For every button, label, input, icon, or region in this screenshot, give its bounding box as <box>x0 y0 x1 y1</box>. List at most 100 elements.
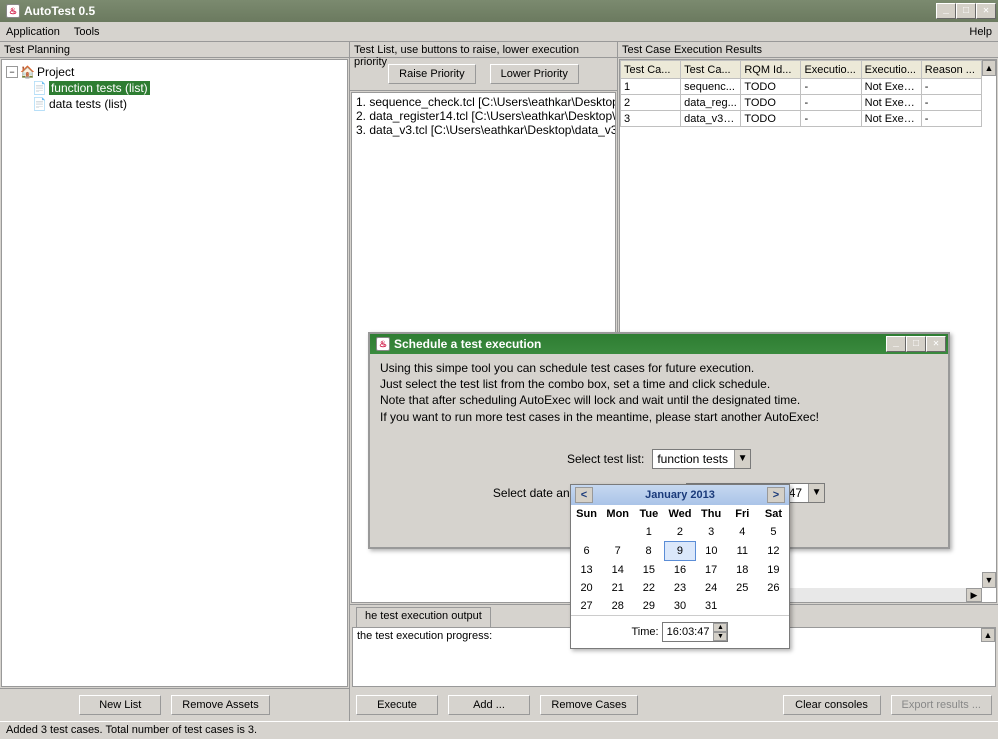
list-item[interactable]: 3. data_v3.tcl [C:\Users\eathkar\Desktop… <box>354 123 613 137</box>
time-spinner[interactable]: 16:03:47 ▲ ▼ <box>662 622 729 642</box>
list-item[interactable]: 1. sequence_check.tcl [C:\Users\eathkar\… <box>354 95 613 109</box>
calendar-day[interactable]: 1 <box>633 523 664 542</box>
menu-help[interactable]: Help <box>969 26 992 38</box>
calendar-day[interactable]: 30 <box>664 597 695 615</box>
list-icon: 📄 <box>32 81 47 95</box>
calendar-day[interactable]: 5 <box>758 523 789 542</box>
calendar-day[interactable]: 22 <box>633 579 664 597</box>
test-planning-tree[interactable]: − 🏠 Project 📄 function tests (list) 📄 da… <box>1 59 348 687</box>
calendar-day[interactable]: 15 <box>633 561 664 580</box>
table-row[interactable]: 1sequenc...TODO-Not Exec...- <box>621 79 982 95</box>
calendar-day[interactable]: 19 <box>758 561 789 580</box>
calendar-day[interactable]: 27 <box>571 597 602 615</box>
calendar-day[interactable]: 9 <box>664 542 695 561</box>
calendar-day[interactable]: 24 <box>696 579 727 597</box>
calendar-day[interactable]: 14 <box>602 561 633 580</box>
remove-assets-button[interactable]: Remove Assets <box>171 695 269 715</box>
chevron-down-icon[interactable]: ▼ <box>734 450 750 468</box>
calendar-grid[interactable]: SunMonTueWedThuFriSat 123456789101112131… <box>571 505 789 615</box>
table-cell: - <box>921 95 981 111</box>
tree-expand-icon[interactable]: − <box>6 66 18 78</box>
calendar-day[interactable]: 2 <box>664 523 695 542</box>
calendar-day[interactable]: 4 <box>727 523 758 542</box>
dialog-text: Just select the test list from the combo… <box>380 376 938 392</box>
chevron-down-icon[interactable]: ▼ <box>808 484 824 502</box>
calendar-day[interactable]: 31 <box>696 597 727 615</box>
calendar-day[interactable]: 29 <box>633 597 664 615</box>
new-list-button[interactable]: New List <box>79 695 161 715</box>
calendar-month: January 2013 <box>645 489 715 501</box>
list-icon: 📄 <box>32 97 47 111</box>
col-header[interactable]: Reason ... <box>921 61 981 79</box>
tab-output[interactable]: he test execution output <box>356 607 491 627</box>
menu-tools[interactable]: Tools <box>74 26 100 38</box>
col-header[interactable]: Test Ca... <box>681 61 741 79</box>
dialog-minimize-button[interactable]: _ <box>886 336 906 352</box>
spin-down-icon[interactable]: ▼ <box>713 632 727 641</box>
calendar-day[interactable]: 28 <box>602 597 633 615</box>
dow-header: Tue <box>633 505 664 523</box>
calendar-day[interactable]: 18 <box>727 561 758 580</box>
calendar-day[interactable]: 26 <box>758 579 789 597</box>
col-header[interactable]: Executio... <box>801 61 861 79</box>
calendar-day[interactable]: 3 <box>696 523 727 542</box>
calendar-day[interactable]: 21 <box>602 579 633 597</box>
calendar-day[interactable]: 6 <box>571 542 602 561</box>
table-cell: TODO <box>741 111 801 127</box>
status-bar: Added 3 test cases. Total number of test… <box>0 721 998 739</box>
calendar-day[interactable]: 25 <box>727 579 758 597</box>
results-table[interactable]: Test Ca... Test Ca... RQM Id... Executio… <box>620 60 982 127</box>
dialog-maximize-button[interactable]: □ <box>906 336 926 352</box>
java-icon: ♨ <box>6 4 20 18</box>
folder-icon: 🏠 <box>20 65 35 79</box>
test-planning-panel: Test Planning − 🏠 Project 📄 function tes… <box>0 42 350 721</box>
test-list-header: Test List, use buttons to raise, lower e… <box>350 42 617 58</box>
minimize-button[interactable]: _ <box>936 3 956 19</box>
lower-priority-button[interactable]: Lower Priority <box>490 64 579 84</box>
calendar-day[interactable]: 12 <box>758 542 789 561</box>
col-header[interactable]: Test Ca... <box>621 61 681 79</box>
remove-cases-button[interactable]: Remove Cases <box>540 695 638 715</box>
calendar-day[interactable]: 16 <box>664 561 695 580</box>
col-header[interactable]: RQM Id... <box>741 61 801 79</box>
scroll-down-icon[interactable]: ▼ <box>982 572 996 588</box>
calendar-day[interactable]: 17 <box>696 561 727 580</box>
spin-up-icon[interactable]: ▲ <box>713 623 727 632</box>
tree-item-data-tests[interactable]: 📄 data tests (list) <box>6 96 343 112</box>
app-title: AutoTest 0.5 <box>24 4 95 18</box>
calendar-day[interactable]: 8 <box>633 542 664 561</box>
prev-month-button[interactable]: < <box>575 487 593 503</box>
calendar-day[interactable]: 11 <box>727 542 758 561</box>
calendar-day <box>571 523 602 542</box>
menu-application[interactable]: Application <box>6 26 60 38</box>
calendar-popup: < January 2013 > SunMonTueWedThuFriSat 1… <box>570 484 790 649</box>
scroll-up-icon[interactable]: ▲ <box>982 60 996 76</box>
close-button[interactable]: ✕ <box>976 3 996 19</box>
clear-consoles-button[interactable]: Clear consoles <box>783 695 881 715</box>
add-button[interactable]: Add ... <box>448 695 530 715</box>
main-titlebar: ♨ AutoTest 0.5 _ □ ✕ <box>0 0 998 22</box>
tree-project-node[interactable]: − 🏠 Project <box>6 64 343 80</box>
calendar-day[interactable]: 10 <box>696 542 727 561</box>
table-row[interactable]: 3data_v3.tclTODO-Not Exec...- <box>621 111 982 127</box>
list-item[interactable]: 2. data_register14.tcl [C:\Users\eathkar… <box>354 109 613 123</box>
calendar-day[interactable]: 7 <box>602 542 633 561</box>
col-header[interactable]: Executio... <box>861 61 921 79</box>
scroll-right-icon[interactable]: ▶ <box>966 588 982 602</box>
tree-item-function-tests[interactable]: 📄 function tests (list) <box>6 80 343 96</box>
maximize-button[interactable]: □ <box>956 3 976 19</box>
raise-priority-button[interactable]: Raise Priority <box>388 64 475 84</box>
table-row[interactable]: 2data_reg...TODO-Not Exec...- <box>621 95 982 111</box>
calendar-day[interactable]: 13 <box>571 561 602 580</box>
table-cell: TODO <box>741 95 801 111</box>
next-month-button[interactable]: > <box>767 487 785 503</box>
execute-button[interactable]: Execute <box>356 695 438 715</box>
dialog-close-button[interactable]: ✕ <box>926 336 946 352</box>
calendar-day[interactable]: 20 <box>571 579 602 597</box>
export-results-button[interactable]: Export results ... <box>891 695 992 715</box>
scroll-up-icon[interactable]: ▲ <box>981 628 995 642</box>
test-list-combo[interactable]: function tests ▼ <box>652 449 751 469</box>
table-cell: 2 <box>621 95 681 111</box>
dialog-text: Using this simpe tool you can schedule t… <box>380 360 938 376</box>
calendar-day[interactable]: 23 <box>664 579 695 597</box>
